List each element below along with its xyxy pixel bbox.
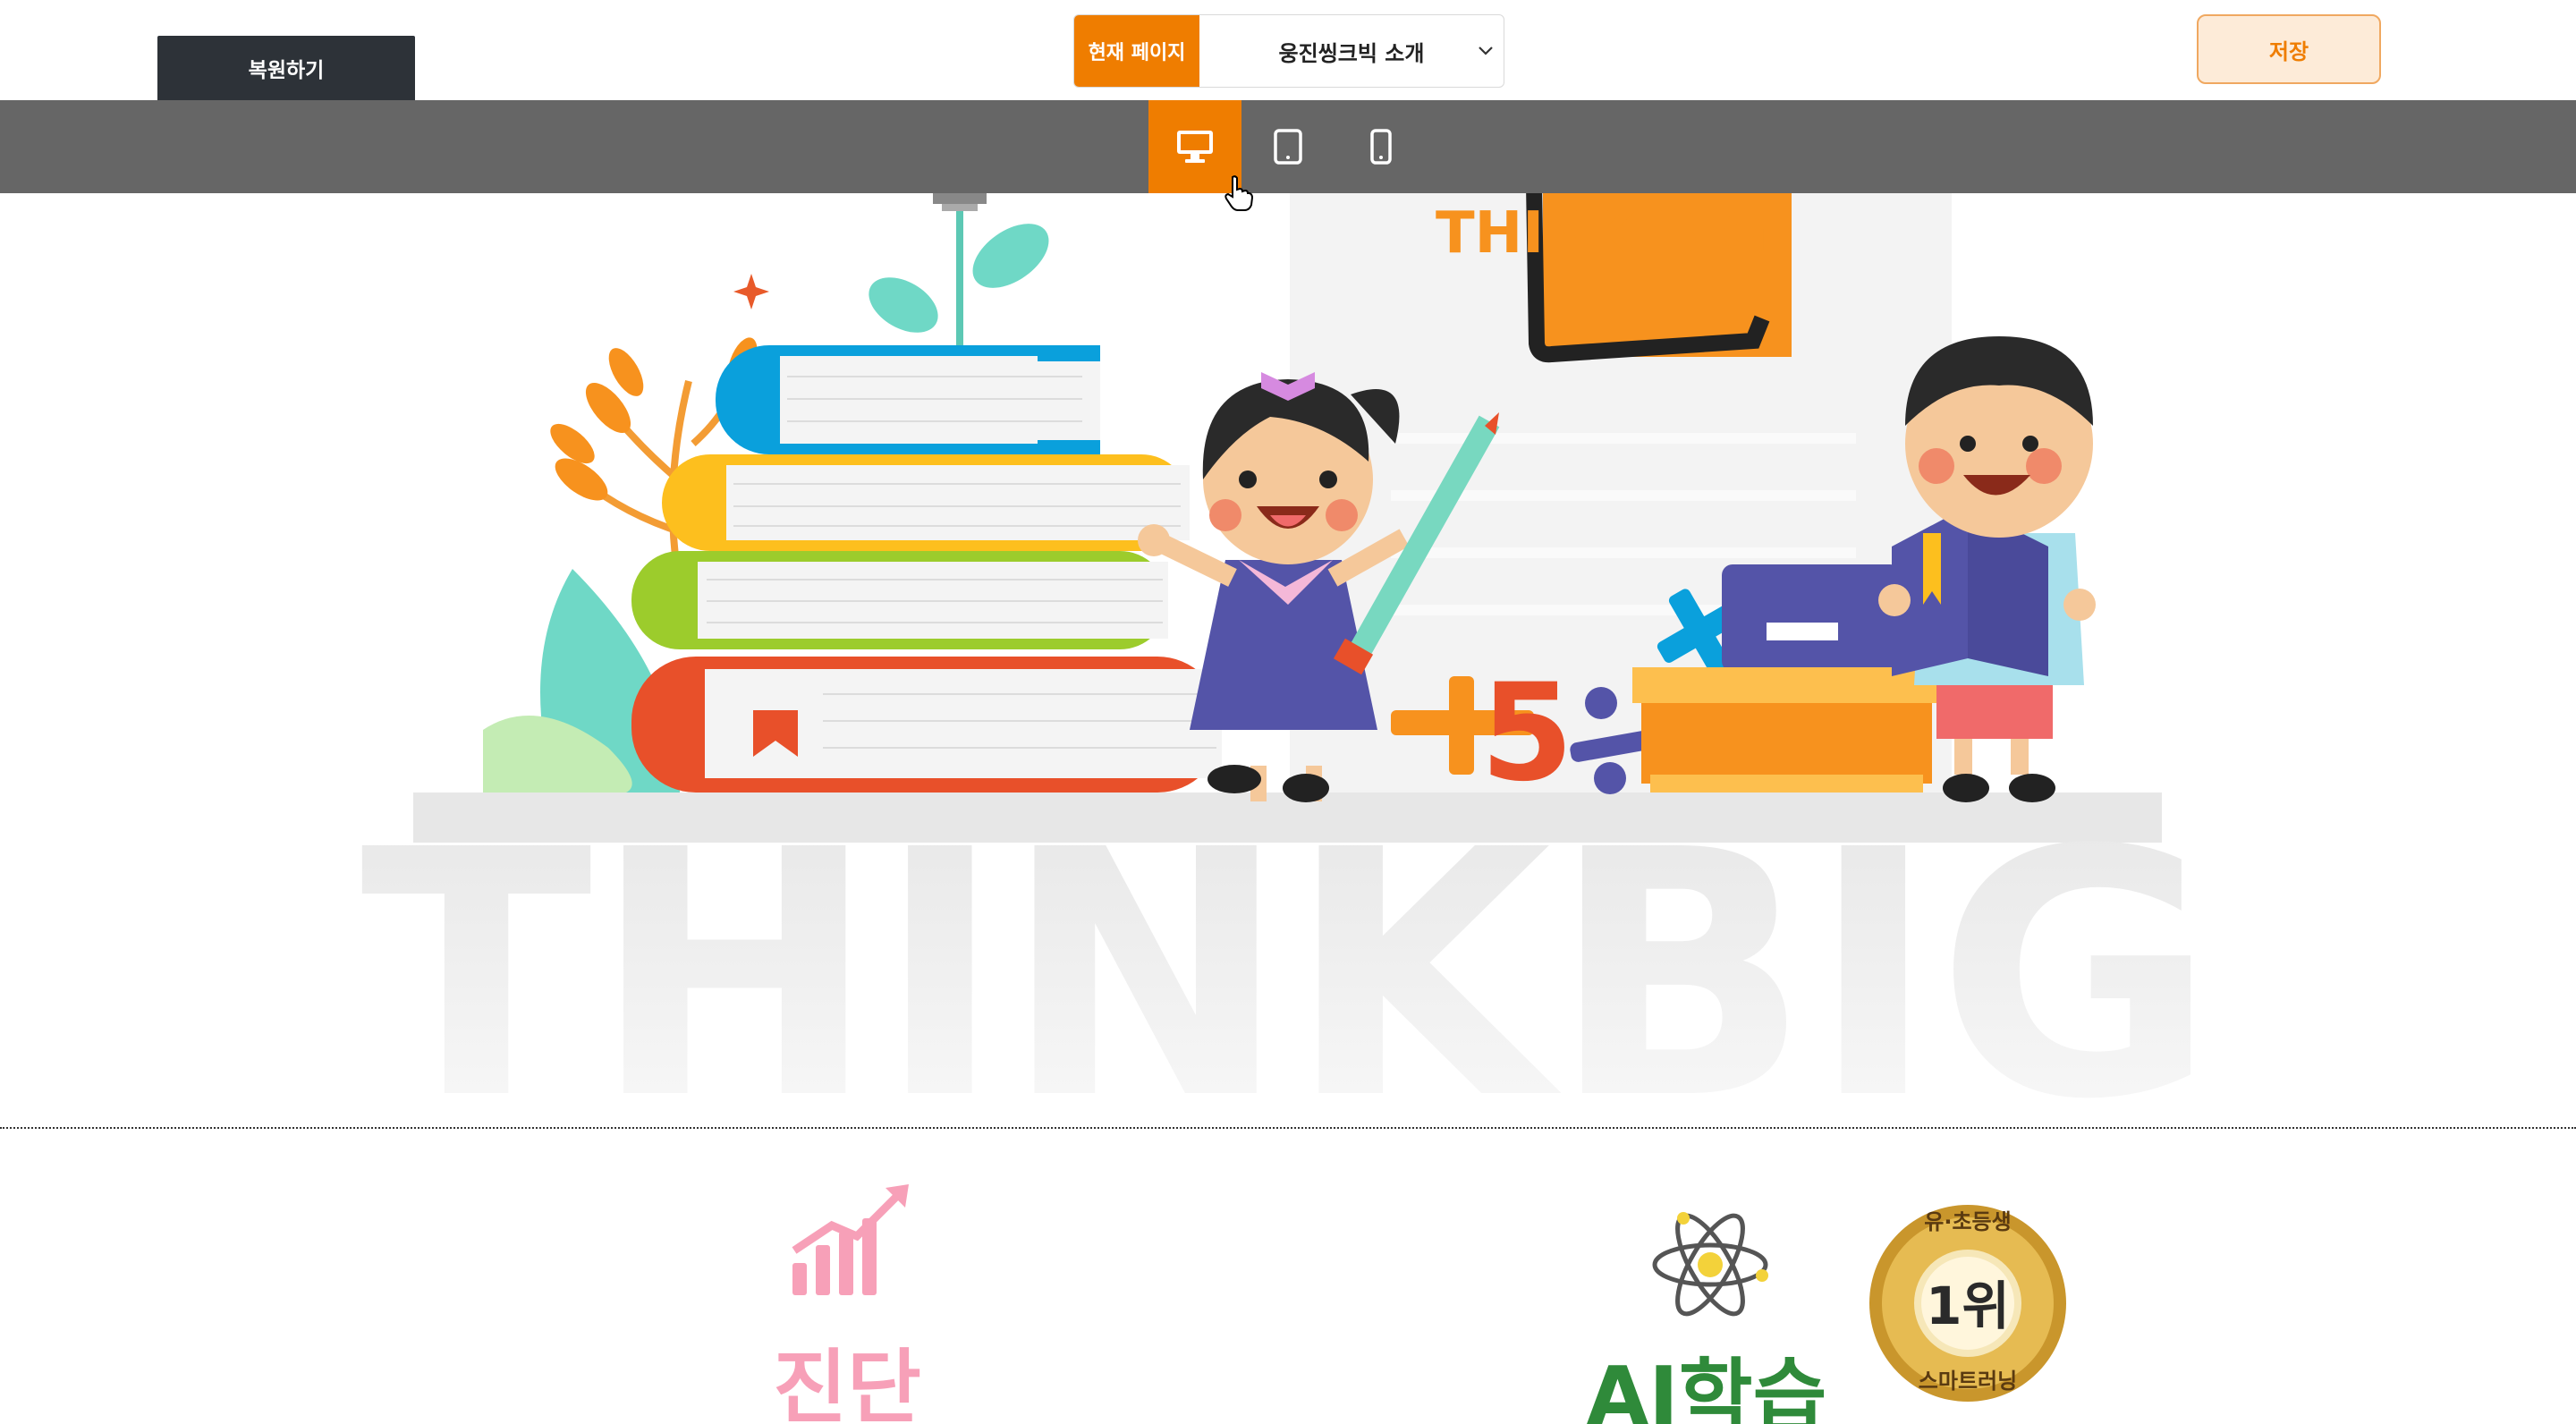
device-mobile-button[interactable]: [1335, 100, 1428, 193]
sprout-illustration: [869, 193, 1049, 345]
rank-badge: 유·초등생 1위 스마트러닝: [1869, 1205, 2066, 1402]
math-number-text: 5: [1480, 656, 1573, 811]
ai-learning-text: AI학습: [1587, 1350, 1827, 1424]
floor-illustration: THINKBIG: [360, 777, 2216, 1127]
books-stack-illustration: [631, 345, 1222, 793]
mobile-icon: [1370, 129, 1392, 165]
badge-bottom-text: 스마트러닝: [1919, 1369, 2017, 1394]
page-select-value: 웅진씽크빅 소개: [1278, 40, 1425, 66]
editor-toolbar: 복원하기 현재 페이지 웅진씽크빅 소개 저장: [0, 0, 2576, 100]
diagnosis-chart-icon: [792, 1184, 909, 1295]
atom-icon: [1652, 1212, 1768, 1317]
page-selector: 현재 페이지 웅진씽크빅 소개: [1073, 14, 1504, 88]
current-page-label: 현재 페이지: [1074, 15, 1199, 87]
device-switcher-bar: [0, 100, 2576, 193]
chevron-down-icon: [1479, 47, 1493, 55]
badge-rank-text: 1위: [1926, 1276, 2010, 1336]
device-tablet-button[interactable]: [1241, 100, 1335, 193]
badge-top-text: 유·초등생: [1924, 1209, 2011, 1234]
tablet-icon: [1274, 129, 1302, 165]
restore-button[interactable]: 복원하기: [157, 36, 415, 100]
floor-thinkbig-text: THINKBIG: [360, 777, 2216, 1127]
desktop-icon: [1177, 131, 1213, 163]
diagnosis-text: 진단: [773, 1341, 921, 1424]
page-select-dropdown[interactable]: 웅진씽크빅 소개: [1199, 15, 1504, 87]
feature-section: 진단 AI학습 유·초등생 1위 스마트러닝: [0, 1129, 2576, 1424]
hero-illustration: THINK BIG THINKBIG 5: [0, 193, 2576, 1127]
think-big-sign-text: THINK BIG: [1436, 200, 1768, 267]
save-button[interactable]: 저장: [2197, 14, 2381, 84]
hand-cursor-icon: [1224, 175, 1254, 211]
